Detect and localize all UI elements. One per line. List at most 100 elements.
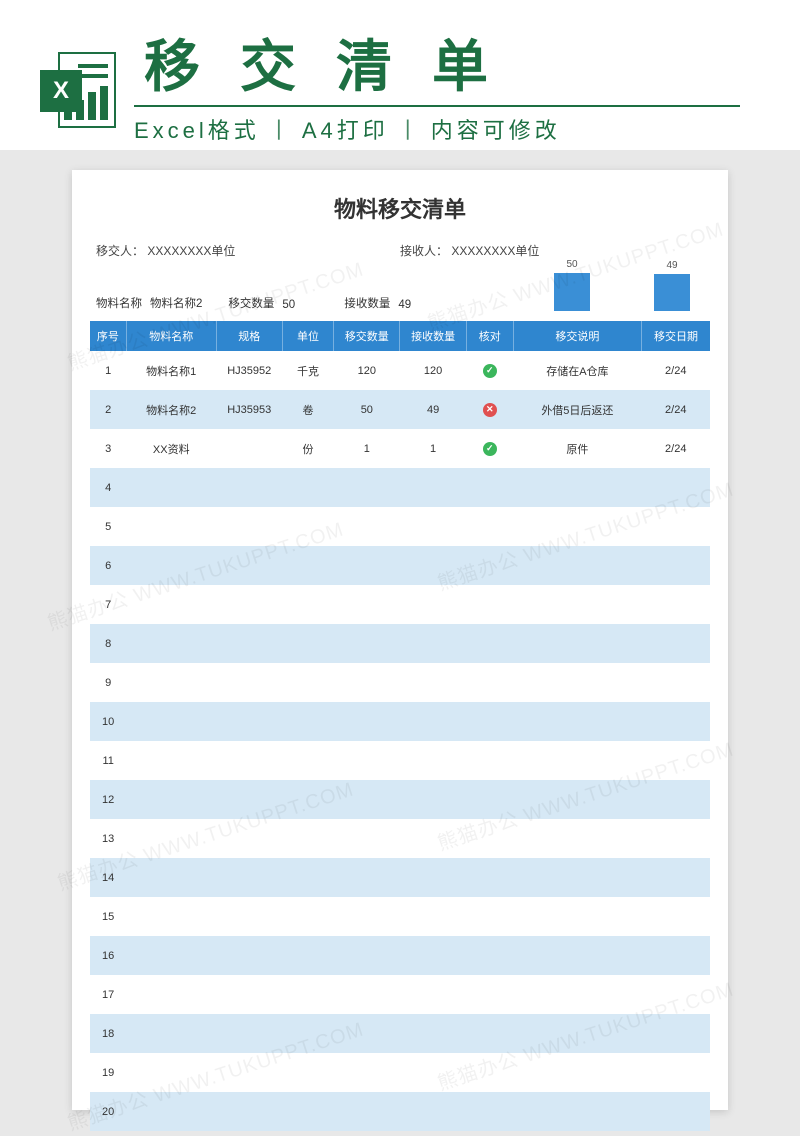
table-cell: [400, 975, 466, 1014]
table-cell: 卷: [282, 390, 333, 429]
table-cell: [513, 546, 641, 585]
table-cell: [334, 741, 400, 780]
table-cell: [282, 1053, 333, 1092]
table-cell: 9: [90, 663, 126, 702]
table-cell: [642, 780, 710, 819]
receiver-value: XXXXXXXX单位: [451, 244, 539, 258]
table-cell: [513, 1053, 641, 1092]
table-cell: [642, 702, 710, 741]
table-cell: [466, 780, 513, 819]
table-cell: [642, 819, 710, 858]
table-cell: [282, 702, 333, 741]
table-row: 17: [90, 975, 710, 1014]
table-row: 13: [90, 819, 710, 858]
table-cell: [642, 897, 710, 936]
check-ok-icon: ✓: [483, 364, 497, 378]
table-cell: 7: [90, 585, 126, 624]
table-cell: XX资料: [126, 429, 216, 468]
table-cell: [282, 975, 333, 1014]
table-row: 6: [90, 546, 710, 585]
excel-icon: X: [40, 52, 116, 128]
table-cell: [400, 780, 466, 819]
table-cell: [466, 975, 513, 1014]
table-cell: 原件: [513, 429, 641, 468]
table-cell: [216, 975, 282, 1014]
table-row: 2物料名称2HJ35953卷5049✕外借5日后返还2/24: [90, 390, 710, 429]
table-cell: [466, 1053, 513, 1092]
table-cell: [216, 468, 282, 507]
table-cell: 17: [90, 975, 126, 1014]
table-cell: [466, 897, 513, 936]
table-cell: [216, 936, 282, 975]
table-cell: [400, 546, 466, 585]
table-cell: [334, 897, 400, 936]
excel-badge-letter: X: [40, 70, 82, 112]
table-cell: [513, 468, 641, 507]
table-header-row: 序号物料名称规格单位移交数量接收数量核对移交说明移交日期: [90, 321, 710, 351]
table-cell: [513, 624, 641, 663]
table-cell: [216, 663, 282, 702]
table-cell: [642, 624, 710, 663]
table-cell: [400, 1092, 466, 1131]
table-cell: [400, 585, 466, 624]
table-cell: [216, 546, 282, 585]
table-cell: [513, 702, 641, 741]
table-cell: [513, 663, 641, 702]
page-header: X 移交清单 Excel格式 丨 A4打印 丨 内容可修改: [0, 0, 800, 150]
table-header-cell: 单位: [282, 321, 333, 351]
table-cell: [400, 624, 466, 663]
table-cell: [216, 897, 282, 936]
table-cell: [513, 741, 641, 780]
table-cell: [334, 468, 400, 507]
table-cell: 50: [334, 390, 400, 429]
table-cell: [513, 936, 641, 975]
table-cell: 千克: [282, 351, 333, 390]
table-cell: 120: [334, 351, 400, 390]
table-cell: [466, 741, 513, 780]
table-body: 1物料名称1HJ35952千克120120✓存储在A仓库2/242物料名称2HJ…: [90, 351, 710, 1131]
table-header-cell: 接收数量: [400, 321, 466, 351]
table-cell: [642, 468, 710, 507]
table-cell: [642, 1014, 710, 1053]
table-header-cell: 移交说明: [513, 321, 641, 351]
table-cell: [126, 1053, 216, 1092]
summary-out-label: 移交数量: [228, 295, 274, 311]
header-text: 移交清单 Excel格式 丨 A4打印 丨 内容可修改: [134, 35, 740, 145]
table-row: 11: [90, 741, 710, 780]
table-cell: [466, 624, 513, 663]
table-row: 1物料名称1HJ35952千克120120✓存储在A仓库2/24: [90, 351, 710, 390]
table-cell: [282, 741, 333, 780]
summary-name-value: 物料名称2: [150, 295, 202, 311]
table-cell: [400, 663, 466, 702]
table-cell: [126, 897, 216, 936]
table-cell: [513, 507, 641, 546]
table-cell: 存储在A仓库: [513, 351, 641, 390]
table-cell: [334, 702, 400, 741]
table-cell: [400, 819, 466, 858]
sheet-title: 物料移交清单: [90, 192, 710, 224]
table-cell: [642, 507, 710, 546]
table-cell: [642, 585, 710, 624]
table-cell: [216, 585, 282, 624]
table-cell: [126, 1014, 216, 1053]
table-cell: [126, 468, 216, 507]
table-cell: [400, 702, 466, 741]
table-cell: [642, 1092, 710, 1131]
table-row: 8: [90, 624, 710, 663]
party-row: 移交人： XXXXXXXX单位 接收人： XXXXXXXX单位: [90, 242, 710, 269]
summary-name-label: 物料名称: [96, 295, 142, 311]
table-row: 18: [90, 1014, 710, 1053]
table-cell: [216, 780, 282, 819]
table-cell: [126, 975, 216, 1014]
separator-icon: 丨: [268, 113, 294, 145]
table-cell: 3: [90, 429, 126, 468]
table-cell: [334, 624, 400, 663]
table-cell: [216, 1014, 282, 1053]
table-cell: [216, 507, 282, 546]
table-cell: [642, 1053, 710, 1092]
table-cell: 8: [90, 624, 126, 663]
table-cell: ✓: [466, 351, 513, 390]
table-cell: [400, 1053, 466, 1092]
table-cell: [334, 663, 400, 702]
page-subtitle: Excel格式 丨 A4打印 丨 内容可修改: [134, 105, 740, 145]
